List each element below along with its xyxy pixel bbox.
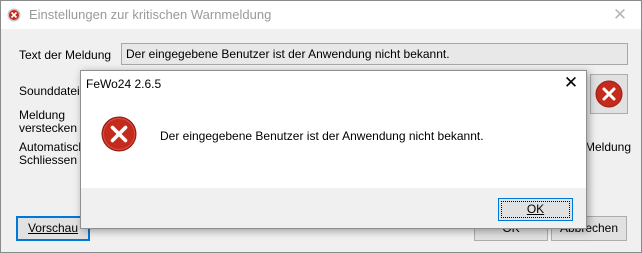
dialog-message: Der eingegebene Benutzer ist der Anwendu… <box>160 129 484 143</box>
preview-button-label: Vorschau <box>27 221 79 235</box>
label-automatische-schliessen-2: Schliessen <box>19 153 78 167</box>
dialog-ok-button[interactable]: OK <box>498 198 573 221</box>
focus-ring <box>501 201 570 218</box>
settings-close-button[interactable]: ✕ <box>605 4 635 26</box>
error-app-icon <box>7 8 21 22</box>
error-icon <box>101 116 137 152</box>
message-text-value: Der eingegebene Benutzer ist der Anwendu… <box>126 47 450 61</box>
settings-window-title: Einstellungen zur kritischen Warnmeldung <box>29 7 272 22</box>
dialog-title: FeWo24 2.6.5 <box>86 77 162 91</box>
dialog-footer: OK <box>81 188 586 228</box>
error-dialog: FeWo24 2.6.5 ✕ Der eingegebene Benutzer … <box>80 70 587 229</box>
settings-titlebar: Einstellungen zur kritischen Warnmeldung… <box>1 1 641 29</box>
message-text-field[interactable]: Der eingegebene Benutzer ist der Anwendu… <box>121 43 628 65</box>
label-meldung-right: Meldung <box>585 140 632 154</box>
label-meldung-verstecken-2: verstecken <box>19 121 78 135</box>
sound-button[interactable] <box>590 74 628 114</box>
label-sounddatei: Sounddatei <box>19 84 80 98</box>
error-icon <box>595 80 623 108</box>
preview-button[interactable]: Vorschau <box>16 216 90 241</box>
dialog-close-button[interactable]: ✕ <box>557 71 585 95</box>
label-text-der-meldung: Text der Meldung <box>19 48 112 62</box>
